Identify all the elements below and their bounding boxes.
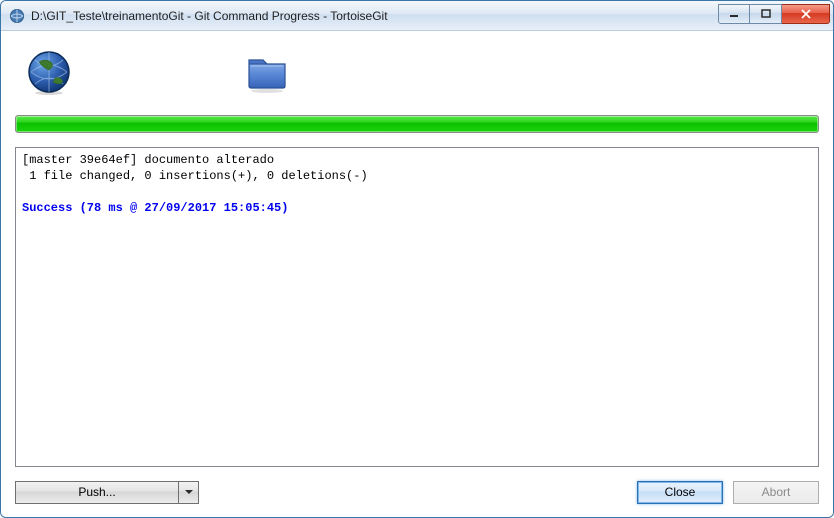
push-dropdown-button[interactable]	[179, 481, 199, 504]
push-split-button: Push...	[15, 481, 199, 504]
globe-icon	[25, 48, 73, 96]
app-icon	[9, 8, 25, 24]
icon-row	[15, 41, 819, 103]
abort-button-label: Abort	[762, 485, 791, 499]
titlebar[interactable]: D:\GIT_Teste\treinamentoGit - Git Comman…	[1, 1, 833, 31]
abort-button: Abort	[733, 481, 819, 504]
window-controls	[718, 8, 830, 24]
output-textarea[interactable]: [master 39e64ef] documento alterado 1 fi…	[15, 147, 819, 467]
push-button-label: Push...	[78, 485, 115, 499]
close-button[interactable]: Close	[637, 481, 723, 504]
chevron-down-icon	[185, 488, 193, 496]
folder-icon	[243, 48, 291, 96]
close-button-label: Close	[665, 485, 696, 499]
progress-bar	[15, 115, 819, 133]
output-line: [master 39e64ef] documento alterado	[22, 153, 274, 167]
close-window-button[interactable]	[782, 4, 830, 24]
maximize-button[interactable]	[750, 4, 782, 24]
client-area: [master 39e64ef] documento alterado 1 fi…	[1, 31, 833, 517]
window-frame: D:\GIT_Teste\treinamentoGit - Git Comman…	[0, 0, 834, 518]
push-button[interactable]: Push...	[15, 481, 179, 504]
button-row: Push... Close Abort	[15, 479, 819, 505]
output-success-line: Success (78 ms @ 27/09/2017 15:05:45)	[22, 201, 288, 215]
output-line: 1 file changed, 0 insertions(+), 0 delet…	[22, 169, 368, 183]
minimize-button[interactable]	[718, 4, 750, 24]
window-title: D:\GIT_Teste\treinamentoGit - Git Comman…	[31, 9, 718, 23]
